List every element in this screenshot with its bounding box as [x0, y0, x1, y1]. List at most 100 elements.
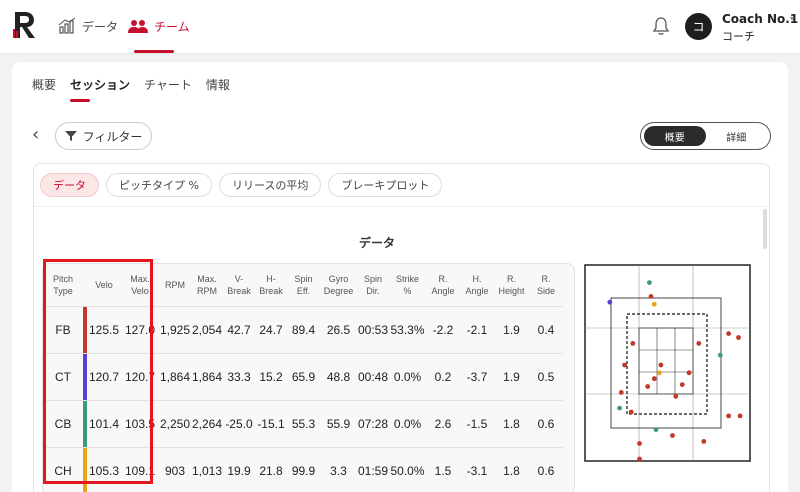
chart-icon	[58, 17, 76, 34]
pitch-point	[653, 427, 659, 432]
tab-session[interactable]: セッション	[70, 76, 130, 93]
header-text: H-	[266, 273, 276, 284]
pitch-point	[651, 301, 657, 307]
header-text: Break	[227, 285, 251, 296]
table-cell: 53.3%	[389, 306, 426, 354]
header-text: R.	[541, 273, 551, 284]
table-cell: 00:48	[357, 353, 389, 401]
table-cell: 903	[164, 463, 186, 478]
tab-info[interactable]: 情報	[206, 76, 230, 93]
pitch-point	[673, 393, 679, 399]
pitch-point	[736, 335, 741, 340]
notification-bell-icon[interactable]	[652, 16, 670, 36]
nav-team[interactable]: チーム	[128, 14, 190, 38]
section-title: データ	[359, 236, 396, 250]
divider	[34, 206, 769, 207]
table-cell: 65.9	[287, 353, 320, 401]
table-header-cell: Spin Eff.	[287, 264, 320, 307]
table-cell: 48.8	[320, 353, 357, 401]
table-cell: 0.6	[537, 463, 555, 478]
pitch-point	[679, 382, 685, 387]
table-header-cell: V- Break	[223, 264, 255, 307]
chip-release-avg[interactable]: リリースの平均	[218, 173, 322, 197]
header-text: Angle	[465, 285, 489, 296]
table-cell: -1.5	[460, 400, 494, 448]
table-header-cell: RPM	[159, 264, 191, 307]
team-icon	[128, 20, 148, 33]
chip-pitch-type[interactable]: ピッチタイプ %	[106, 173, 212, 197]
avatar[interactable]: コ	[685, 13, 712, 40]
table-cell: -3.7	[460, 353, 494, 401]
pitch-point	[726, 331, 731, 336]
pitch-point	[628, 409, 634, 415]
pitch-point	[717, 352, 723, 358]
user-name[interactable]: Coach No.1	[722, 12, 798, 26]
table-header-cell: Spin Dir.	[357, 264, 389, 307]
filter-icon	[64, 131, 77, 141]
pitch-point	[737, 413, 743, 419]
chip-break-plot[interactable]: ブレーキプロット	[328, 173, 443, 197]
header-text: Dir.	[366, 285, 380, 296]
pitch-point	[630, 341, 636, 346]
header-text: Side	[536, 285, 555, 296]
table-header-cell: R. Side	[529, 264, 563, 307]
table-cell: 0.0%	[389, 353, 426, 401]
table-cell: 21.8	[259, 463, 283, 478]
pitch-point	[617, 405, 622, 411]
table-cell: 15.2	[255, 353, 287, 401]
pitch-point	[637, 441, 642, 446]
table-cell: 00:53	[357, 306, 389, 354]
table-cell: -2.2	[426, 306, 460, 354]
app-logo[interactable]	[12, 10, 38, 40]
header-text: Spin	[294, 273, 313, 284]
back-chevron-icon[interactable]: ‹	[32, 126, 39, 144]
table-cell: -25.0	[223, 400, 255, 448]
toggle-summary[interactable]: 概要	[644, 126, 706, 146]
subtab-bar: 概要 セッション チャート 情報	[32, 76, 230, 93]
pitch-point	[696, 341, 702, 346]
scrollbar[interactable]	[763, 209, 767, 249]
header-text: %	[403, 285, 412, 296]
table-header-cell: Max. RPM	[191, 264, 223, 307]
table-cell: -2.1	[460, 306, 494, 354]
table-cell: 1,925	[159, 306, 191, 354]
table-cell: 1.8	[503, 463, 520, 478]
highlight-box	[43, 259, 153, 484]
toggle-detail[interactable]: 詳細	[706, 126, 768, 146]
header-text: H.	[472, 273, 482, 284]
table-cell: 2,264	[191, 400, 223, 448]
table-cell: 2,250	[159, 400, 191, 448]
pitch-point	[618, 390, 624, 395]
table-cell: 1,013	[191, 463, 223, 478]
header-text: Break	[259, 285, 283, 296]
header-text: Max.	[197, 273, 217, 284]
user-role: コーチ	[722, 30, 755, 43]
filter-button[interactable]: フィルター	[55, 122, 152, 150]
table-cell: 1,864	[191, 353, 223, 401]
header-text: Spin	[363, 273, 382, 284]
table-cell: 26.5	[320, 306, 357, 354]
pitch-point	[651, 376, 657, 382]
table-header-cell: H- Break	[255, 264, 287, 307]
table-cell: 0.0%	[389, 400, 426, 448]
nav-team-label: チーム	[154, 19, 190, 34]
table-header-cell: Strike%	[389, 264, 426, 307]
tab-overview[interactable]: 概要	[32, 76, 56, 93]
table-cell: 1.8	[494, 400, 529, 448]
table-header-cell: Gyro Degree	[320, 264, 357, 307]
nav-data[interactable]: データ	[58, 14, 118, 38]
tab-chart[interactable]: チャート	[144, 76, 192, 93]
header-text: R.	[507, 273, 516, 284]
table-cell: 1.9	[494, 306, 529, 354]
table-cell: 55.3	[287, 400, 320, 448]
header-text: R.	[438, 273, 448, 284]
pitch-point	[701, 439, 707, 444]
table-cell: 3.3	[330, 463, 347, 478]
tab-active-indicator	[70, 99, 90, 102]
table-cell: 33.3	[223, 353, 255, 401]
chevron-down-icon[interactable]: ▾	[790, 14, 794, 23]
chip-data[interactable]: データ	[40, 173, 99, 197]
avatar-initial: コ	[692, 20, 705, 34]
header-text: Height	[498, 285, 525, 296]
pitch-point	[656, 370, 662, 376]
